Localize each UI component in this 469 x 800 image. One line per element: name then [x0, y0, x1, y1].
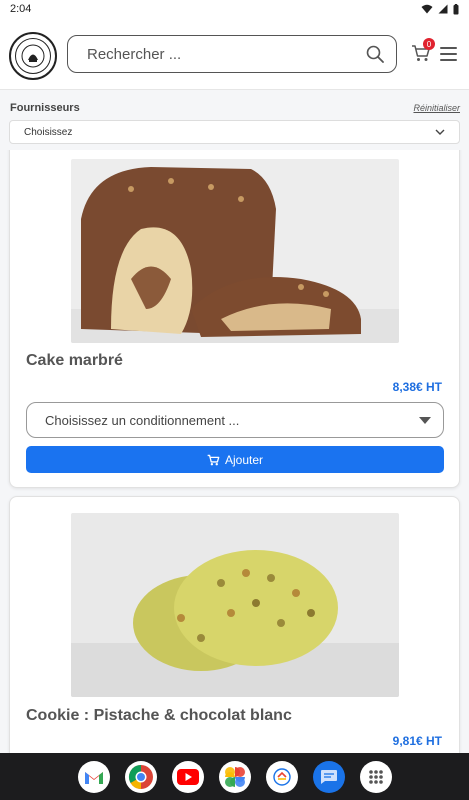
product-price: 8,38€ HT — [392, 380, 442, 394]
product-card: Cake marbré 8,38€ HT Choisissez un condi… — [9, 150, 460, 488]
brand-logo[interactable] — [9, 32, 57, 80]
product-name[interactable]: Cake marbré — [26, 352, 123, 370]
chevron-down-icon — [435, 129, 445, 135]
add-to-cart-label: Ajouter — [224, 452, 264, 467]
product-list[interactable]: Cake marbré 8,38€ HT Choisissez un condi… — [0, 150, 469, 753]
supplier-select-value: Choisissez — [24, 126, 73, 138]
product-card: Cookie : Pistache & chocolat blanc 9,81€… — [9, 496, 460, 753]
product-image-cake-marbre[interactable] — [71, 159, 399, 343]
logo-emblem — [15, 38, 51, 74]
supplier-select[interactable]: Choisissez — [9, 120, 460, 144]
signal-icon — [438, 4, 448, 14]
gmail-icon[interactable] — [77, 760, 110, 793]
packaging-select[interactable]: Choisissez un conditionnement ... — [26, 402, 444, 438]
search-icon[interactable] — [366, 45, 384, 63]
apps-icon[interactable] — [359, 760, 392, 793]
caret-down-icon — [419, 416, 431, 424]
youtube-icon[interactable] — [171, 760, 204, 793]
reset-link[interactable]: Réinitialiser — [413, 103, 460, 113]
photos-icon[interactable] — [218, 760, 251, 793]
add-to-cart-button[interactable]: Ajouter — [26, 446, 444, 473]
cart-count-badge: 0 — [423, 38, 435, 50]
cart-button[interactable]: 0 — [411, 38, 435, 64]
packaging-select-placeholder: Choisissez un conditionnement ... — [45, 412, 240, 428]
status-icons — [421, 3, 459, 15]
product-image-cookie-pistache[interactable] — [71, 513, 399, 697]
product-price: 9,81€ HT — [392, 734, 442, 748]
chrome-icon[interactable] — [124, 760, 157, 793]
cart-icon — [207, 454, 220, 465]
supplier-filter-label: Fournisseurs — [10, 102, 80, 114]
product-name[interactable]: Cookie : Pistache & chocolat blanc — [26, 707, 292, 725]
status-time: 2:04 — [10, 3, 32, 15]
hamburger-menu-icon[interactable] — [440, 47, 457, 61]
store-icon[interactable] — [265, 760, 298, 793]
search-input[interactable] — [87, 45, 347, 63]
messages-icon[interactable] — [312, 760, 345, 793]
logo-mark-icon — [21, 44, 45, 68]
app-header: 0 — [0, 18, 469, 90]
status-bar: 2:04 — [0, 0, 469, 18]
wifi-icon — [421, 4, 433, 14]
battery-icon — [453, 3, 459, 14]
app-dock — [0, 753, 469, 800]
search-box[interactable] — [67, 35, 397, 73]
